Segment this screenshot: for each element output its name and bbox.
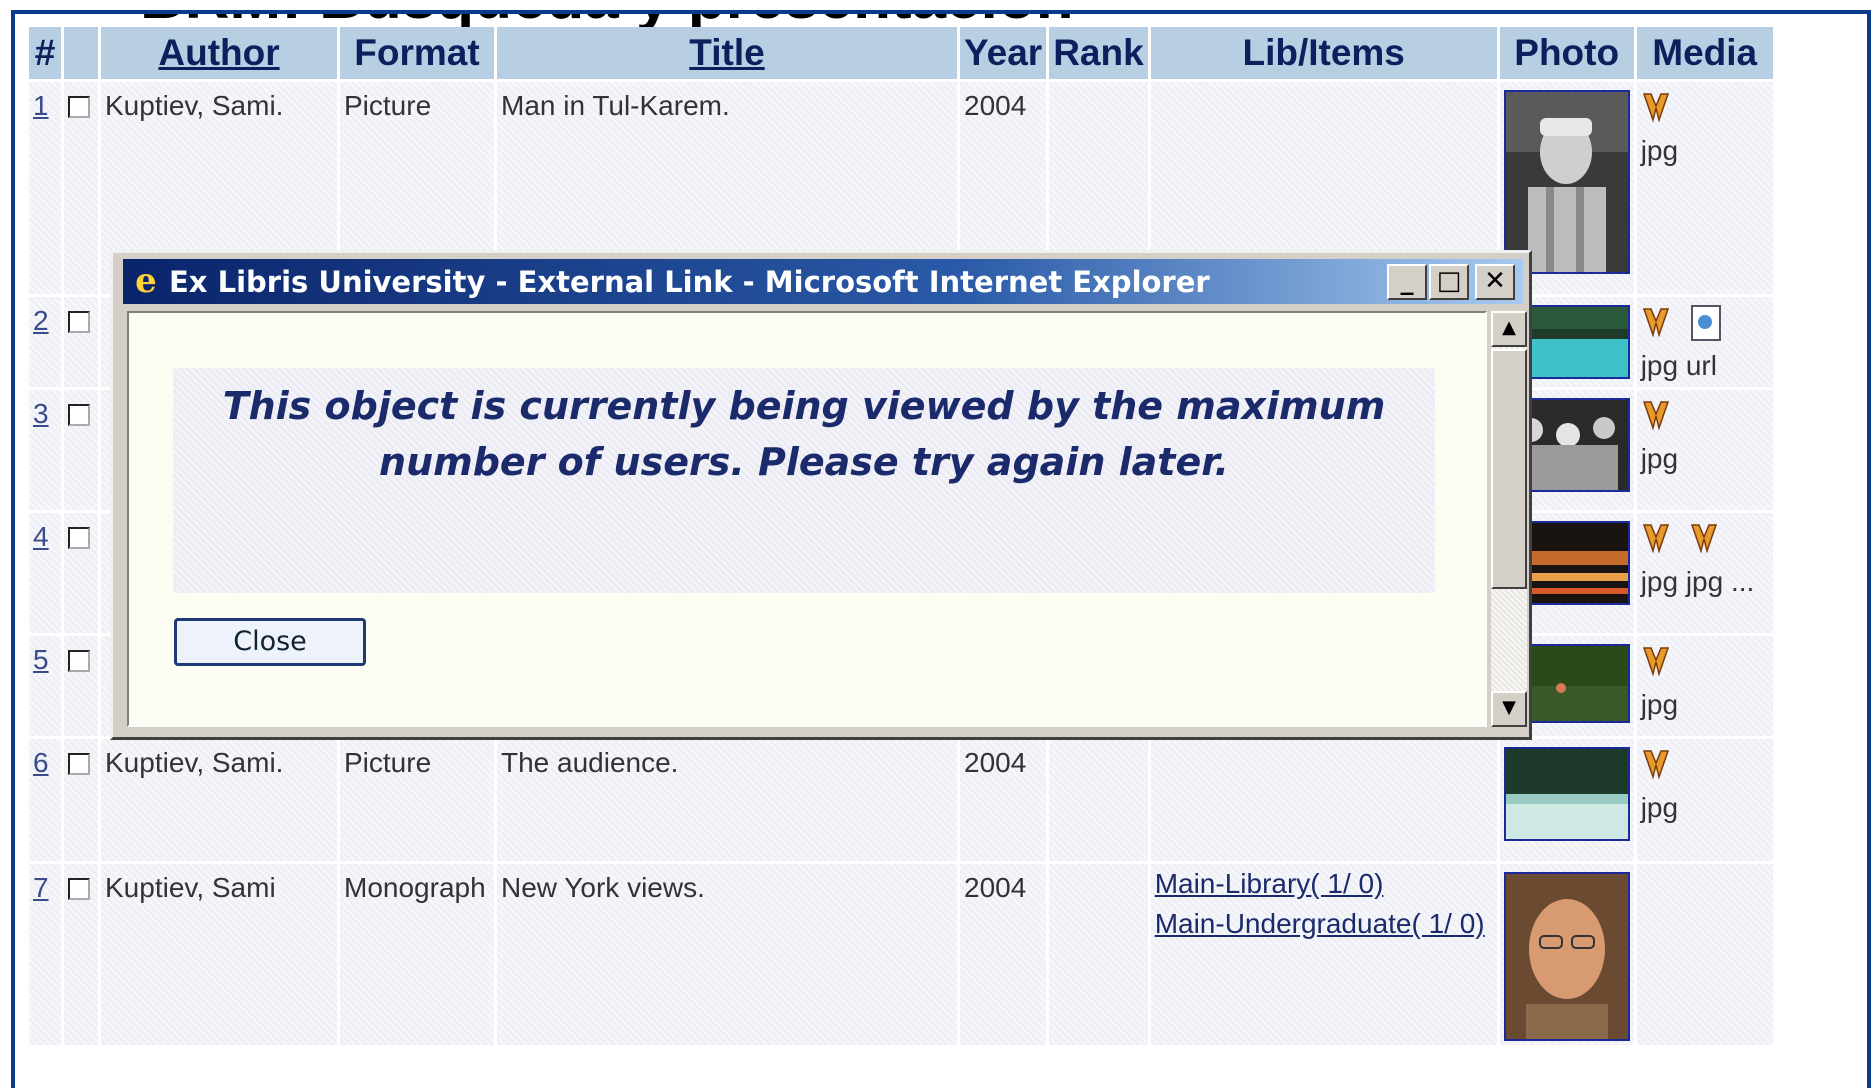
select-cell <box>64 390 98 510</box>
row-number-cell: 4 <box>29 513 61 633</box>
row-checkbox[interactable] <box>68 311 90 333</box>
scrollbar-thumb[interactable] <box>1491 349 1527 589</box>
image-media-icon[interactable] <box>1641 747 1671 783</box>
table-row: 6 Kuptiev, Sami. Picture The audience. 2… <box>29 739 1773 861</box>
library-availability-link[interactable]: Main-Undergraduate( 1/ 0) <box>1155 904 1493 944</box>
select-cell <box>64 297 98 387</box>
select-cell <box>64 739 98 861</box>
row-checkbox[interactable] <box>68 878 90 900</box>
column-header-number: # <box>29 27 61 79</box>
record-number-link[interactable]: 2 <box>33 305 49 336</box>
dialog-titlebar[interactable]: e Ex Libris University - External Link -… <box>123 259 1523 304</box>
image-media-icon[interactable] <box>1641 305 1671 341</box>
record-number-link[interactable]: 1 <box>33 90 49 121</box>
record-number-link[interactable]: 7 <box>33 872 49 903</box>
table-header-row: # Author Format Title Year Rank Lib/Item… <box>29 27 1773 79</box>
media-cell <box>1636 864 1773 1045</box>
image-media-icon[interactable] <box>1641 90 1671 126</box>
media-labels: jpg <box>1640 792 1679 823</box>
image-media-icon[interactable] <box>1641 644 1671 680</box>
row-checkbox[interactable] <box>68 650 90 672</box>
column-header-year: Year <box>960 27 1047 79</box>
column-header-format: Format <box>340 27 494 79</box>
media-labels: jpg <box>1640 443 1679 474</box>
media-cell: jpg <box>1636 82 1773 294</box>
title-cell: The audience. <box>497 739 957 861</box>
column-header-media: Media <box>1636 27 1773 79</box>
media-labels: jpg url <box>1640 350 1717 381</box>
format-cell: Picture <box>340 739 494 861</box>
record-number-link[interactable]: 4 <box>33 521 49 552</box>
media-cell: jpg <box>1636 739 1773 861</box>
row-number-cell: 6 <box>29 739 61 861</box>
row-checkbox[interactable] <box>68 96 90 118</box>
minimize-button[interactable]: _ <box>1387 264 1427 300</box>
image-media-icon[interactable] <box>1641 521 1671 557</box>
url-document-icon[interactable] <box>1690 305 1721 341</box>
scroll-down-arrow-icon[interactable]: ▼ <box>1491 691 1527 727</box>
lib-items-cell: Main-Library( 1/ 0) Main-Undergraduate( … <box>1150 864 1497 1045</box>
author-cell: Kuptiev, Sami <box>101 864 337 1045</box>
rank-cell <box>1049 864 1148 1045</box>
column-header-title[interactable]: Title <box>497 27 957 79</box>
select-cell <box>64 636 98 736</box>
table-row: 7 Kuptiev, Sami Monograph New York views… <box>29 864 1773 1045</box>
dialog-title: Ex Libris University - External Link - M… <box>169 265 1210 299</box>
author-cell: Kuptiev, Sami. <box>101 739 337 861</box>
library-availability-link[interactable]: Main-Library( 1/ 0) <box>1155 864 1493 904</box>
message-panel: This object is currently being viewed by… <box>173 368 1435 593</box>
external-link-dialog: e Ex Libris University - External Link -… <box>110 250 1532 740</box>
column-header-author[interactable]: Author <box>101 27 337 79</box>
photo-thumbnail-man[interactable] <box>1503 90 1630 274</box>
media-labels: jpg <box>1640 689 1679 720</box>
column-header-lib-items: Lib/Items <box>1150 27 1497 79</box>
select-cell <box>64 82 98 294</box>
close-button[interactable]: Close <box>174 618 366 666</box>
column-header-select <box>64 27 98 79</box>
title-cell: New York views. <box>497 864 957 1045</box>
row-checkbox[interactable] <box>68 404 90 426</box>
format-cell: Monograph <box>340 864 494 1045</box>
dialog-content: This object is currently being viewed by… <box>127 311 1487 727</box>
media-cell: jpg <box>1636 390 1773 510</box>
close-window-button[interactable]: ✕ <box>1475 264 1515 300</box>
rank-cell <box>1049 739 1148 861</box>
photo-cell <box>1499 739 1634 861</box>
media-labels: jpg <box>1640 135 1679 166</box>
image-media-icon[interactable] <box>1689 521 1719 557</box>
column-header-rank: Rank <box>1049 27 1148 79</box>
vertical-scrollbar[interactable]: ▲ ▼ <box>1491 311 1527 727</box>
internet-explorer-icon: e <box>135 261 157 301</box>
row-number-cell: 1 <box>29 82 61 294</box>
photo-thumbnail-lake-misty[interactable] <box>1503 747 1630 841</box>
row-number-cell: 2 <box>29 297 61 387</box>
max-users-message: This object is currently being viewed by… <box>222 384 1386 484</box>
year-cell: 2004 <box>960 864 1047 1045</box>
lib-items-cell <box>1150 739 1497 861</box>
media-cell: jpg jpg ... <box>1636 513 1773 633</box>
media-cell: jpg url <box>1636 297 1773 387</box>
row-number-cell: 3 <box>29 390 61 510</box>
row-checkbox[interactable] <box>68 527 90 549</box>
row-checkbox[interactable] <box>68 753 90 775</box>
row-number-cell: 7 <box>29 864 61 1045</box>
media-cell: jpg <box>1636 636 1773 736</box>
media-labels: jpg jpg ... <box>1640 566 1755 597</box>
maximize-button[interactable]: □ <box>1429 264 1469 300</box>
record-number-link[interactable]: 6 <box>33 747 49 778</box>
record-number-link[interactable]: 3 <box>33 398 49 429</box>
photo-cell <box>1499 864 1634 1045</box>
photo-thumbnail-portrait[interactable] <box>1503 872 1630 1041</box>
column-header-photo: Photo <box>1499 27 1634 79</box>
year-cell: 2004 <box>960 739 1047 861</box>
image-media-icon[interactable] <box>1641 398 1671 434</box>
record-number-link[interactable]: 5 <box>33 644 49 675</box>
row-number-cell: 5 <box>29 636 61 736</box>
select-cell <box>64 864 98 1045</box>
select-cell <box>64 513 98 633</box>
scroll-up-arrow-icon[interactable]: ▲ <box>1491 311 1527 347</box>
